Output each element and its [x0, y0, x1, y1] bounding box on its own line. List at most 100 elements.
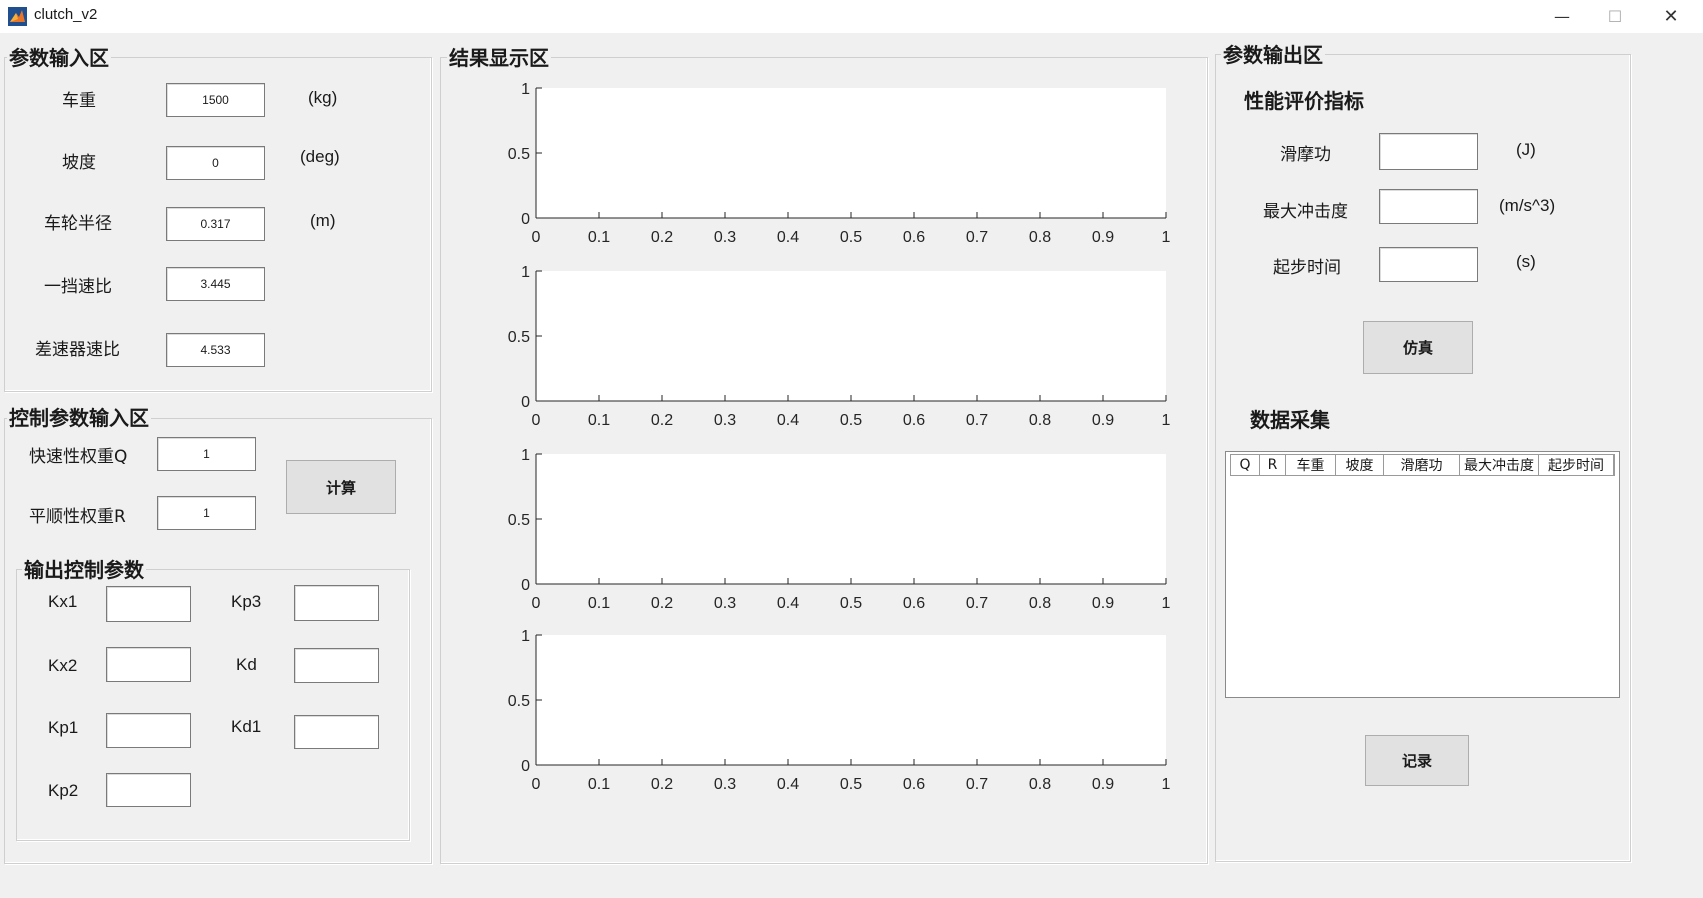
close-icon: ✕	[1663, 6, 1679, 27]
kx1-field[interactable]	[106, 586, 191, 622]
col-slope[interactable]: 坡度	[1336, 455, 1384, 475]
friction-work-label: 滑摩功	[1280, 145, 1331, 165]
col-max-jerk[interactable]: 最大冲击度	[1460, 455, 1539, 475]
x-tick-label: 0.2	[651, 412, 673, 429]
x-tick-label: 0.1	[588, 595, 610, 612]
x-tick-label: 1	[1162, 776, 1171, 793]
x-tick-label: 0.9	[1092, 229, 1114, 246]
q-weight-field[interactable]: 1	[157, 437, 256, 471]
y-tick-label: 0.5	[508, 693, 530, 710]
start-time-field[interactable]	[1379, 247, 1478, 282]
maximize-button[interactable]: ☐	[1587, 0, 1643, 33]
x-tick-label: 0.3	[714, 229, 736, 246]
x-tick-label: 1	[1162, 595, 1171, 612]
kx2-field[interactable]	[106, 647, 191, 682]
control-output-title: 输出控制参数	[22, 558, 146, 582]
matlab-app-icon	[8, 7, 27, 26]
x-tick-label: 0.9	[1092, 595, 1114, 612]
minimize-button[interactable]: —	[1534, 0, 1590, 33]
plot-area-4	[536, 635, 1166, 765]
x-tick-label: 0.4	[777, 412, 799, 429]
kd-field[interactable]	[294, 648, 379, 683]
x-tick-label: 0.6	[903, 412, 925, 429]
col-vehicle-mass[interactable]: 车重	[1286, 455, 1336, 475]
x-tick-label: 1	[1162, 412, 1171, 429]
diff-ratio-label: 差速器速比	[35, 340, 120, 360]
y-tick-label: 1	[521, 628, 530, 645]
x-tick-label: 0.3	[714, 412, 736, 429]
kp3-label: Kp3	[231, 592, 262, 611]
x-tick-label: 0.7	[966, 412, 988, 429]
y-tick-label: 0.5	[508, 512, 530, 529]
x-tick-label: 0.4	[777, 229, 799, 246]
x-tick-label: 0	[532, 229, 541, 246]
control-input-title: 控制参数输入区	[7, 406, 151, 430]
x-tick-label: 0.4	[777, 595, 799, 612]
x-tick-label: 0.7	[966, 776, 988, 793]
friction-work-field[interactable]	[1379, 133, 1478, 170]
r-weight-field[interactable]: 1	[157, 496, 256, 530]
max-jerk-label: 最大冲击度	[1263, 202, 1348, 222]
col-start-time[interactable]: 起步时间	[1539, 455, 1614, 475]
q-weight-label: 快速性权重Q	[29, 447, 128, 467]
vehicle-mass-field[interactable]: 1500	[166, 83, 265, 117]
table-header: Q R 车重 坡度 滑磨功 最大冲击度 起步时间	[1230, 454, 1615, 476]
minimize-icon: —	[1554, 7, 1570, 26]
x-tick-label: 0.9	[1092, 412, 1114, 429]
kp1-label: Kp1	[48, 718, 79, 737]
x-tick-label: 0	[532, 412, 541, 429]
x-tick-label: 0.6	[903, 229, 925, 246]
vehicle-mass-label: 车重	[62, 91, 96, 111]
diff-ratio-field[interactable]: 4.533	[166, 333, 265, 367]
x-tick-label: 0.9	[1092, 776, 1114, 793]
x-tick-label: 0.7	[966, 229, 988, 246]
x-tick-label: 0.8	[1029, 595, 1051, 612]
max-jerk-field[interactable]	[1379, 189, 1478, 224]
y-tick-label: 0	[521, 758, 530, 775]
x-tick-label: 0.4	[777, 776, 799, 793]
col-q[interactable]: Q	[1231, 455, 1260, 475]
data-collection-table[interactable]: Q R 车重 坡度 滑磨功 最大冲击度 起步时间	[1225, 451, 1620, 698]
title-bar: clutch_v2 — ☐ ✕	[0, 0, 1703, 33]
start-time-unit: (s)	[1516, 252, 1536, 271]
x-tick-label: 0.8	[1029, 229, 1051, 246]
x-tick-label: 0.8	[1029, 776, 1051, 793]
x-tick-label: 0.1	[588, 412, 610, 429]
x-tick-label: 0.6	[903, 776, 925, 793]
kp3-field[interactable]	[294, 585, 379, 621]
wheel-radius-label: 车轮半径	[44, 214, 112, 234]
kx1-label: Kx1	[48, 592, 78, 611]
param-output-title: 参数输出区	[1221, 43, 1325, 67]
close-button[interactable]: ✕	[1643, 0, 1699, 33]
wheel-radius-unit: (m)	[310, 211, 336, 230]
kd-label: Kd	[236, 655, 257, 674]
calculate-button[interactable]: 计算	[286, 460, 396, 514]
col-r[interactable]: R	[1260, 455, 1286, 475]
slope-label: 坡度	[62, 153, 96, 173]
simulate-button[interactable]: 仿真	[1363, 321, 1473, 374]
wheel-radius-field[interactable]: 0.317	[166, 207, 265, 241]
kd1-field[interactable]	[294, 715, 379, 749]
x-tick-label: 0.5	[840, 776, 862, 793]
first-gear-ratio-field[interactable]: 3.445	[166, 267, 265, 301]
data-collection-title: 数据采集	[1250, 408, 1330, 432]
kx2-label: Kx2	[48, 656, 78, 675]
col-friction-work[interactable]: 滑磨功	[1384, 455, 1460, 475]
kp2-field[interactable]	[106, 773, 191, 807]
x-tick-label: 0.1	[588, 776, 610, 793]
plot-area-3	[536, 454, 1166, 584]
record-button[interactable]: 记录	[1365, 735, 1469, 786]
y-tick-label: 1	[521, 264, 530, 281]
vehicle-mass-unit: (kg)	[308, 88, 338, 107]
y-tick-label: 0	[521, 394, 530, 411]
slope-field[interactable]: 0	[166, 146, 265, 180]
max-jerk-unit: (m/s^3)	[1499, 196, 1556, 215]
kd1-label: Kd1	[231, 717, 262, 736]
first-gear-ratio-label: 一挡速比	[44, 277, 112, 297]
results-charts: 0 0.1 0.2 0.3 0.4 0.5 0.6 0.7 0.8 0.9 1 0 0.5 1 0 0.1 0.…	[508, 81, 1171, 793]
y-tick-label: 0	[521, 211, 530, 228]
x-tick-label: 0.5	[840, 412, 862, 429]
kp1-field[interactable]	[106, 713, 191, 748]
x-tick-label: 0.2	[651, 776, 673, 793]
x-tick-label: 0.6	[903, 595, 925, 612]
